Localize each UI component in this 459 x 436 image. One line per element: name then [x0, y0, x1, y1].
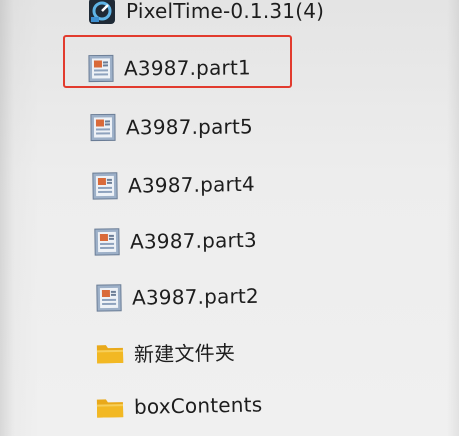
- folder-icon: [96, 341, 124, 366]
- file-name: A3987.part3: [129, 227, 258, 254]
- archive-file-icon: [96, 284, 122, 312]
- list-item-a3987-part5[interactable]: A3987.part5: [90, 111, 253, 142]
- file-name: 新建文件夹: [133, 340, 236, 367]
- list-item-pixeltime[interactable]: PixelTime-0.1.31(4): [88, 0, 324, 26]
- file-name: A3987.part5: [125, 114, 253, 140]
- list-item-a3987-part2[interactable]: A3987.part2: [96, 281, 259, 313]
- archive-file-icon: [90, 113, 116, 142]
- pixeltime-app-icon: [88, 0, 116, 25]
- list-item-a3987-part4[interactable]: A3987.part4: [92, 169, 255, 201]
- file-name: boxContents: [133, 392, 263, 419]
- archive-file-icon: [94, 228, 120, 256]
- file-name: A3987.part1: [123, 55, 251, 81]
- list-item-boxcontents[interactable]: boxContents: [96, 389, 263, 422]
- file-explorer-view: PixelTime-0.1.31(4) A3987.part1 A3987.pa…: [0, 0, 459, 436]
- file-list: PixelTime-0.1.31(4) A3987.part1 A3987.pa…: [0, 0, 459, 436]
- file-name: A3987.part4: [127, 171, 256, 198]
- folder-icon: [96, 395, 124, 420]
- list-item-a3987-part1[interactable]: A3987.part1: [88, 52, 251, 83]
- list-item-a3987-part3[interactable]: A3987.part3: [94, 225, 257, 257]
- file-name: A3987.part2: [131, 283, 260, 310]
- screen-edge-shadow: [447, 0, 459, 436]
- file-name: PixelTime-0.1.31(4): [126, 0, 325, 23]
- archive-file-icon: [88, 54, 114, 83]
- archive-file-icon: [92, 172, 118, 200]
- list-item-new-folder[interactable]: 新建文件夹: [96, 336, 236, 369]
